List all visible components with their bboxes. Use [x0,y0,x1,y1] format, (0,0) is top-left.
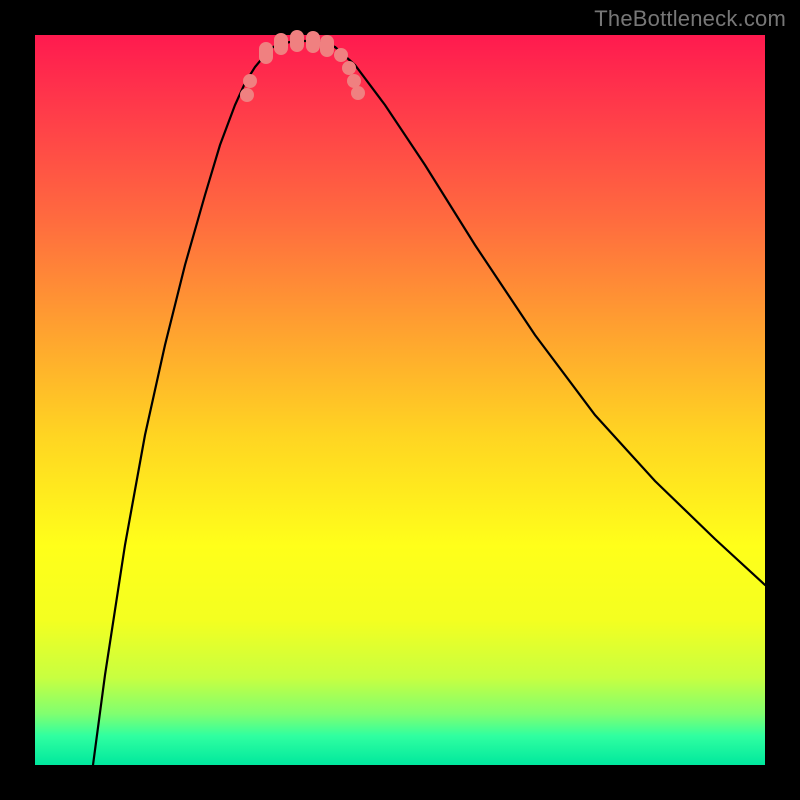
chart-frame: TheBottleneck.com [0,0,800,800]
marker-0 [240,88,254,102]
marker-7 [334,48,348,62]
marker-4 [290,30,304,52]
marker-2 [259,42,273,64]
watermark-text: TheBottleneck.com [594,6,786,32]
plot-area [35,35,765,765]
curve-layer [35,35,765,765]
marker-6 [320,35,334,57]
marker-5 [306,31,320,53]
marker-3 [274,33,288,55]
marker-1 [243,74,257,88]
curve-left [93,47,273,765]
marker-8 [342,61,356,75]
marker-10 [351,86,365,100]
curve-right [335,47,765,585]
